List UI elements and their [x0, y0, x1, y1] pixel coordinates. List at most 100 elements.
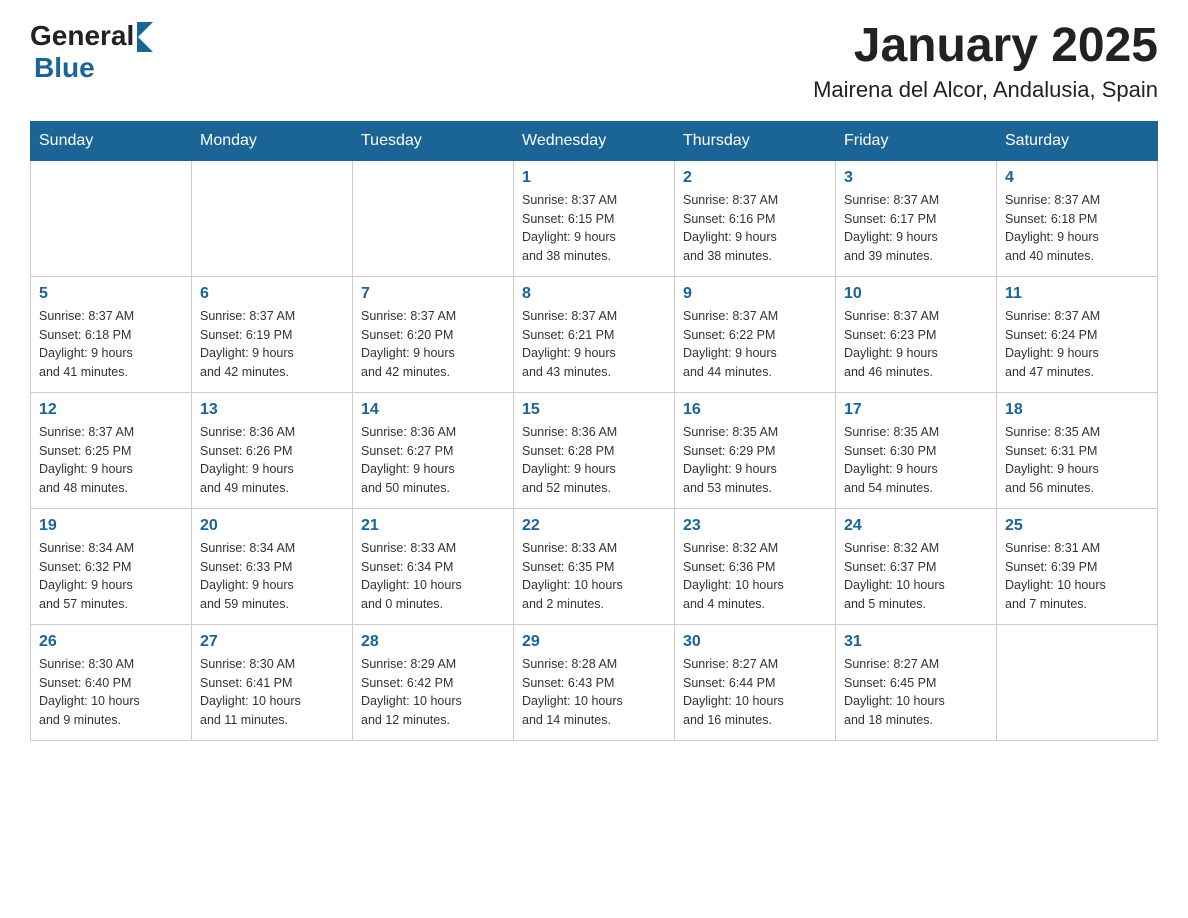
day-info: Sunrise: 8:37 AM Sunset: 6:18 PM Dayligh… [39, 307, 183, 382]
day-info: Sunrise: 8:37 AM Sunset: 6:16 PM Dayligh… [683, 191, 827, 266]
week-row-5: 26 Sunrise: 8:30 AM Sunset: 6:40 PM Dayli… [31, 624, 1158, 740]
col-tuesday: Tuesday [353, 121, 514, 160]
day-number: 13 [200, 401, 344, 419]
week-row-3: 12 Sunrise: 8:37 AM Sunset: 6:25 PM Dayli… [31, 392, 1158, 508]
calendar-cell: 21 Sunrise: 8:33 AM Sunset: 6:34 PM Dayli… [353, 508, 514, 624]
col-saturday: Saturday [997, 121, 1158, 160]
calendar-cell: 4Sunrise: 8:37 AM Sunset: 6:18 PM Daylig… [997, 160, 1158, 276]
day-info: Sunrise: 8:34 AM Sunset: 6:33 PM Dayligh… [200, 539, 344, 614]
calendar-cell: 10 Sunrise: 8:37 AM Sunset: 6:23 PM Dayli… [836, 276, 997, 392]
day-info: Sunrise: 8:32 AM Sunset: 6:37 PM Dayligh… [844, 539, 988, 614]
calendar-cell: 14 Sunrise: 8:36 AM Sunset: 6:27 PM Dayli… [353, 392, 514, 508]
day-info: Sunrise: 8:34 AM Sunset: 6:32 PM Dayligh… [39, 539, 183, 614]
calendar-cell: 18Sunrise: 8:35 AM Sunset: 6:31 PM Dayli… [997, 392, 1158, 508]
title-block: January 2025 Mairena del Alcor, Andalusi… [813, 20, 1158, 103]
day-info: Sunrise: 8:36 AM Sunset: 6:28 PM Dayligh… [522, 423, 666, 498]
day-info: Sunrise: 8:35 AM Sunset: 6:30 PM Dayligh… [844, 423, 988, 498]
col-wednesday: Wednesday [514, 121, 675, 160]
day-info: Sunrise: 8:36 AM Sunset: 6:26 PM Dayligh… [200, 423, 344, 498]
day-number: 29 [522, 633, 666, 651]
day-number: 20 [200, 517, 344, 535]
calendar-cell [192, 160, 353, 276]
logo-text-general: General [30, 20, 134, 52]
calendar-cell: 17 Sunrise: 8:35 AM Sunset: 6:30 PM Dayli… [836, 392, 997, 508]
calendar-cell: 12 Sunrise: 8:37 AM Sunset: 6:25 PM Dayli… [31, 392, 192, 508]
day-number: 17 [844, 401, 988, 419]
day-number: 19 [39, 517, 183, 535]
day-number: 5 [39, 285, 183, 303]
day-info: Sunrise: 8:37 AM Sunset: 6:23 PM Dayligh… [844, 307, 988, 382]
day-number: 9 [683, 285, 827, 303]
day-info: Sunrise: 8:29 AM Sunset: 6:42 PM Dayligh… [361, 655, 505, 730]
day-info: Sunrise: 8:28 AM Sunset: 6:43 PM Dayligh… [522, 655, 666, 730]
day-number: 23 [683, 517, 827, 535]
calendar-cell: 31 Sunrise: 8:27 AM Sunset: 6:45 PM Dayli… [836, 624, 997, 740]
day-number: 16 [683, 401, 827, 419]
day-info: Sunrise: 8:30 AM Sunset: 6:40 PM Dayligh… [39, 655, 183, 730]
day-number: 1 [522, 169, 666, 187]
day-number: 14 [361, 401, 505, 419]
calendar-cell: 24 Sunrise: 8:32 AM Sunset: 6:37 PM Dayli… [836, 508, 997, 624]
day-info: Sunrise: 8:37 AM Sunset: 6:25 PM Dayligh… [39, 423, 183, 498]
day-info: Sunrise: 8:37 AM Sunset: 6:24 PM Dayligh… [1005, 307, 1149, 382]
day-number: 7 [361, 285, 505, 303]
calendar-cell: 29 Sunrise: 8:28 AM Sunset: 6:43 PM Dayli… [514, 624, 675, 740]
week-row-2: 5 Sunrise: 8:37 AM Sunset: 6:18 PM Daylig… [31, 276, 1158, 392]
day-info: Sunrise: 8:37 AM Sunset: 6:21 PM Dayligh… [522, 307, 666, 382]
week-row-1: 1 Sunrise: 8:37 AM Sunset: 6:15 PM Daylig… [31, 160, 1158, 276]
calendar-cell: 3Sunrise: 8:37 AM Sunset: 6:17 PM Daylig… [836, 160, 997, 276]
day-number: 25 [1005, 517, 1149, 535]
day-number: 10 [844, 285, 988, 303]
calendar-cell: 5 Sunrise: 8:37 AM Sunset: 6:18 PM Daylig… [31, 276, 192, 392]
calendar-cell: 26 Sunrise: 8:30 AM Sunset: 6:40 PM Dayli… [31, 624, 192, 740]
day-info: Sunrise: 8:37 AM Sunset: 6:20 PM Dayligh… [361, 307, 505, 382]
calendar-cell: 2 Sunrise: 8:37 AM Sunset: 6:16 PM Daylig… [675, 160, 836, 276]
col-friday: Friday [836, 121, 997, 160]
day-number: 26 [39, 633, 183, 651]
day-number: 24 [844, 517, 988, 535]
calendar-cell: 28 Sunrise: 8:29 AM Sunset: 6:42 PM Dayli… [353, 624, 514, 740]
day-info: Sunrise: 8:35 AM Sunset: 6:29 PM Dayligh… [683, 423, 827, 498]
day-number: 31 [844, 633, 988, 651]
logo-triangle-bottom [137, 36, 153, 52]
calendar-cell: 23 Sunrise: 8:32 AM Sunset: 6:36 PM Dayli… [675, 508, 836, 624]
day-number: 15 [522, 401, 666, 419]
logo-text-blue: Blue [34, 52, 95, 83]
calendar-cell [31, 160, 192, 276]
calendar-cell: 19 Sunrise: 8:34 AM Sunset: 6:32 PM Dayli… [31, 508, 192, 624]
day-info: Sunrise: 8:37 AM Sunset: 6:15 PM Dayligh… [522, 191, 666, 266]
calendar-cell: 27Sunrise: 8:30 AM Sunset: 6:41 PM Dayli… [192, 624, 353, 740]
calendar-title: January 2025 [813, 20, 1158, 73]
calendar-cell: 9 Sunrise: 8:37 AM Sunset: 6:22 PM Daylig… [675, 276, 836, 392]
calendar-cell: 22Sunrise: 8:33 AM Sunset: 6:35 PM Dayli… [514, 508, 675, 624]
day-number: 18 [1005, 401, 1149, 419]
day-info: Sunrise: 8:37 AM Sunset: 6:17 PM Dayligh… [844, 191, 988, 266]
day-number: 2 [683, 169, 827, 187]
day-number: 6 [200, 285, 344, 303]
week-row-4: 19 Sunrise: 8:34 AM Sunset: 6:32 PM Dayli… [31, 508, 1158, 624]
day-info: Sunrise: 8:37 AM Sunset: 6:19 PM Dayligh… [200, 307, 344, 382]
day-info: Sunrise: 8:30 AM Sunset: 6:41 PM Dayligh… [200, 655, 344, 730]
day-number: 28 [361, 633, 505, 651]
calendar-cell: 20 Sunrise: 8:34 AM Sunset: 6:33 PM Dayli… [192, 508, 353, 624]
calendar-cell: 16 Sunrise: 8:35 AM Sunset: 6:29 PM Dayli… [675, 392, 836, 508]
calendar-cell: 8 Sunrise: 8:37 AM Sunset: 6:21 PM Daylig… [514, 276, 675, 392]
day-number: 22 [522, 517, 666, 535]
calendar-cell: 7 Sunrise: 8:37 AM Sunset: 6:20 PM Daylig… [353, 276, 514, 392]
calendar-table: Sunday Monday Tuesday Wednesday Thursday… [30, 121, 1158, 741]
day-info: Sunrise: 8:27 AM Sunset: 6:45 PM Dayligh… [844, 655, 988, 730]
calendar-cell: 25Sunrise: 8:31 AM Sunset: 6:39 PM Dayli… [997, 508, 1158, 624]
calendar-cell: 15 Sunrise: 8:36 AM Sunset: 6:28 PM Dayli… [514, 392, 675, 508]
calendar-cell: 30Sunrise: 8:27 AM Sunset: 6:44 PM Dayli… [675, 624, 836, 740]
col-monday: Monday [192, 121, 353, 160]
day-number: 12 [39, 401, 183, 419]
page-header: General Blue January 2025 Mairena del Al… [30, 20, 1158, 103]
day-info: Sunrise: 8:32 AM Sunset: 6:36 PM Dayligh… [683, 539, 827, 614]
calendar-cell: 13 Sunrise: 8:36 AM Sunset: 6:26 PM Dayli… [192, 392, 353, 508]
day-info: Sunrise: 8:37 AM Sunset: 6:22 PM Dayligh… [683, 307, 827, 382]
day-info: Sunrise: 8:36 AM Sunset: 6:27 PM Dayligh… [361, 423, 505, 498]
day-info: Sunrise: 8:33 AM Sunset: 6:34 PM Dayligh… [361, 539, 505, 614]
day-number: 21 [361, 517, 505, 535]
day-number: 30 [683, 633, 827, 651]
day-number: 8 [522, 285, 666, 303]
